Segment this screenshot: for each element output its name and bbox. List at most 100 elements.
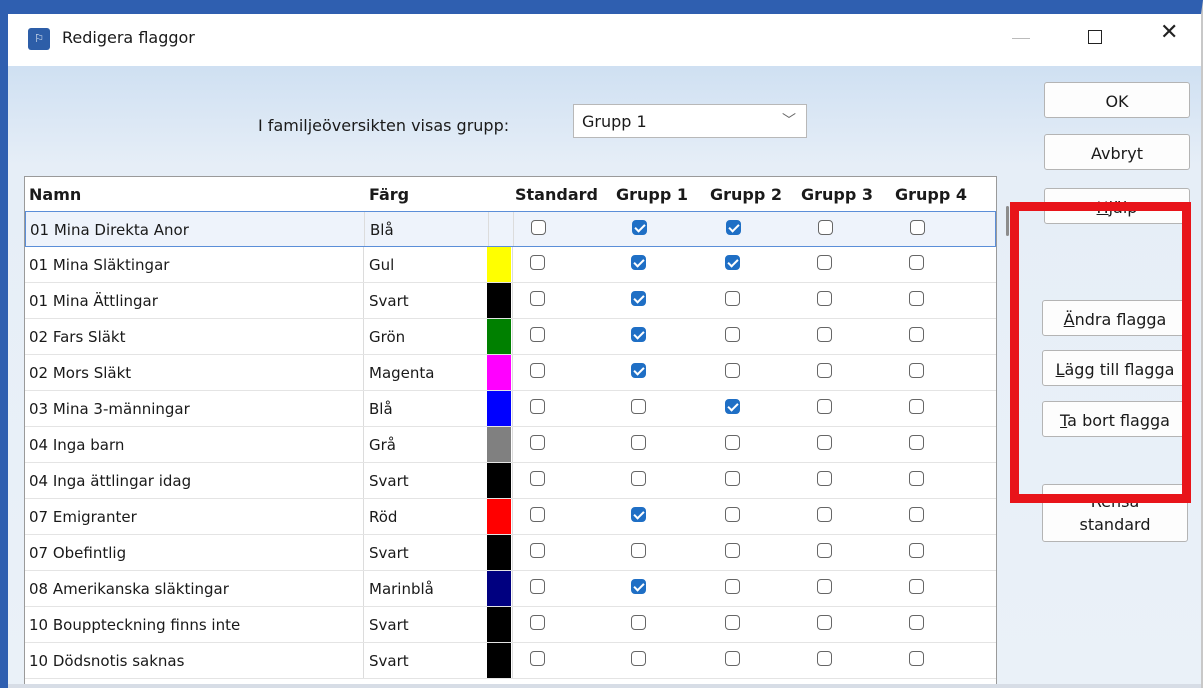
group1-checkbox[interactable] [631, 471, 646, 486]
standard-checkbox[interactable] [530, 471, 545, 486]
group4-checkbox[interactable] [909, 507, 924, 522]
group2-checkbox[interactable] [726, 220, 741, 235]
col-header-name[interactable]: Namn [29, 185, 81, 204]
group1-checkbox[interactable] [631, 579, 646, 594]
table-row[interactable]: 04 Inga barn Grå [25, 427, 996, 463]
standard-checkbox[interactable] [530, 363, 545, 378]
group4-checkbox[interactable] [909, 579, 924, 594]
table-row[interactable]: 10 Bouppteckning finns inte Svart [25, 607, 996, 643]
group3-checkbox[interactable] [817, 507, 832, 522]
col-header-group2[interactable]: Grupp 2 [710, 185, 782, 204]
group2-checkbox[interactable] [725, 255, 740, 270]
group4-checkbox[interactable] [909, 435, 924, 450]
color-swatch [487, 607, 511, 642]
group4-checkbox[interactable] [909, 327, 924, 342]
group4-checkbox[interactable] [909, 363, 924, 378]
group4-checkbox[interactable] [909, 255, 924, 270]
standard-checkbox[interactable] [530, 615, 545, 630]
group2-checkbox[interactable] [725, 507, 740, 522]
group4-checkbox[interactable] [909, 471, 924, 486]
cancel-button[interactable]: Avbryt [1044, 134, 1190, 170]
group3-checkbox[interactable] [817, 435, 832, 450]
table-row[interactable]: 01 Mina Ättlingar Svart [25, 283, 996, 319]
group3-checkbox[interactable] [818, 220, 833, 235]
standard-checkbox[interactable] [530, 507, 545, 522]
group2-checkbox[interactable] [725, 471, 740, 486]
standard-checkbox[interactable] [530, 327, 545, 342]
group1-checkbox[interactable] [631, 507, 646, 522]
group1-checkbox[interactable] [631, 255, 646, 270]
ok-button[interactable]: OK [1044, 82, 1190, 118]
table-row[interactable]: 01 Mina Släktingar Gul [25, 247, 996, 283]
group1-checkbox[interactable] [631, 615, 646, 630]
table-scrollbar[interactable] [1006, 206, 1009, 236]
group1-checkbox[interactable] [631, 291, 646, 306]
group3-checkbox[interactable] [817, 291, 832, 306]
group4-checkbox[interactable] [909, 399, 924, 414]
standard-checkbox[interactable] [530, 399, 545, 414]
group-select[interactable]: Grupp 1 ﹀ [573, 104, 807, 138]
table-row[interactable]: 01 Mina Direkta Anor Blå [25, 211, 996, 247]
group3-checkbox[interactable] [817, 363, 832, 378]
group4-checkbox[interactable] [909, 651, 924, 666]
group2-checkbox[interactable] [725, 363, 740, 378]
group2-checkbox[interactable] [725, 615, 740, 630]
table-row[interactable]: 07 Emigranter Röd [25, 499, 996, 535]
group1-checkbox[interactable] [631, 363, 646, 378]
standard-checkbox[interactable] [530, 255, 545, 270]
group1-checkbox[interactable] [631, 435, 646, 450]
group3-checkbox[interactable] [817, 471, 832, 486]
col-header-group4[interactable]: Grupp 4 [895, 185, 967, 204]
table-row[interactable]: 07 Obefintlig Svart [25, 535, 996, 571]
group3-checkbox[interactable] [817, 651, 832, 666]
table-row[interactable]: 02 Mors Släkt Magenta [25, 355, 996, 391]
standard-checkbox[interactable] [530, 579, 545, 594]
group1-checkbox[interactable] [631, 327, 646, 342]
group3-checkbox[interactable] [817, 327, 832, 342]
col-header-group3[interactable]: Grupp 3 [801, 185, 873, 204]
standard-checkbox[interactable] [530, 291, 545, 306]
group4-checkbox[interactable] [910, 220, 925, 235]
col-header-standard[interactable]: Standard [515, 185, 598, 204]
column-divider [363, 643, 364, 678]
group3-checkbox[interactable] [817, 543, 832, 558]
column-divider [363, 463, 364, 498]
flag-color-name: Röd [369, 508, 398, 526]
group1-checkbox[interactable] [632, 220, 647, 235]
group1-checkbox[interactable] [631, 543, 646, 558]
group4-checkbox[interactable] [909, 543, 924, 558]
group4-checkbox[interactable] [909, 615, 924, 630]
color-swatch [487, 571, 511, 606]
flag-name: 03 Mina 3-männingar [29, 400, 190, 418]
group3-checkbox[interactable] [817, 579, 832, 594]
standard-checkbox[interactable] [530, 543, 545, 558]
group1-checkbox[interactable] [631, 399, 646, 414]
standard-checkbox[interactable] [531, 220, 546, 235]
group3-checkbox[interactable] [817, 255, 832, 270]
table-row[interactable]: 10 Dödsnotis saknas Svart [25, 643, 996, 679]
group2-checkbox[interactable] [725, 543, 740, 558]
close-icon[interactable]: ✕ [1160, 20, 1178, 45]
group3-checkbox[interactable] [817, 399, 832, 414]
group3-checkbox[interactable] [817, 615, 832, 630]
group2-checkbox[interactable] [725, 399, 740, 414]
group4-checkbox[interactable] [909, 291, 924, 306]
standard-checkbox[interactable] [530, 651, 545, 666]
group2-checkbox[interactable] [725, 651, 740, 666]
column-divider [364, 212, 365, 246]
group2-checkbox[interactable] [725, 579, 740, 594]
minimize-icon[interactable] [1012, 38, 1030, 39]
table-row[interactable]: 02 Fars Släkt Grön [25, 319, 996, 355]
standard-checkbox[interactable] [530, 435, 545, 450]
group1-checkbox[interactable] [631, 651, 646, 666]
group2-checkbox[interactable] [725, 327, 740, 342]
table-row[interactable]: 08 Amerikanska släktingar Marinblå [25, 571, 996, 607]
maximize-icon[interactable] [1088, 30, 1102, 44]
group2-checkbox[interactable] [725, 435, 740, 450]
color-swatch [487, 427, 511, 462]
table-row[interactable]: 04 Inga ättlingar idag Svart [25, 463, 996, 499]
group2-checkbox[interactable] [725, 291, 740, 306]
col-header-group1[interactable]: Grupp 1 [616, 185, 688, 204]
col-header-color[interactable]: Färg [369, 185, 409, 204]
table-row[interactable]: 03 Mina 3-männingar Blå [25, 391, 996, 427]
